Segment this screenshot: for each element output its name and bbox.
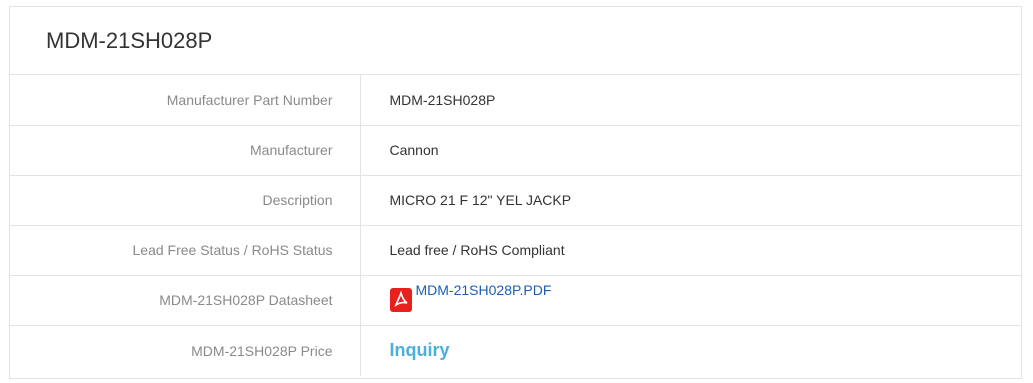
row-label: MDM-21SH028P Datasheet <box>10 275 361 326</box>
row-value: Cannon <box>360 125 1021 176</box>
spec-table: Manufacturer Part Number MDM-21SH028P Ma… <box>10 75 1021 376</box>
table-row: MDM-21SH028P Datasheet MDM-21SH028P.PDF <box>10 275 1021 326</box>
row-value: MICRO 21 F 12" YEL JACKP <box>360 175 1021 226</box>
row-value: Lead free / RoHS Compliant <box>360 225 1021 276</box>
page-title: MDM-21SH028P <box>10 7 1021 75</box>
table-row: Manufacturer Cannon <box>10 125 1021 176</box>
row-value: MDM-21SH028P.PDF <box>360 275 1021 326</box>
table-row: Manufacturer Part Number MDM-21SH028P <box>10 75 1021 126</box>
row-label: MDM-21SH028P Price <box>10 325 361 376</box>
table-row: Description MICRO 21 F 12" YEL JACKP <box>10 175 1021 226</box>
row-value: MDM-21SH028P <box>360 75 1021 126</box>
product-spec-panel: MDM-21SH028P Manufacturer Part Number MD… <box>9 6 1022 379</box>
table-row: Lead Free Status / RoHS Status Lead free… <box>10 225 1021 276</box>
row-label: Description <box>10 175 361 226</box>
pdf-icon <box>389 287 412 312</box>
row-label: Lead Free Status / RoHS Status <box>10 225 361 276</box>
table-row: MDM-21SH028P Price Inquiry <box>10 325 1021 376</box>
datasheet-link-text: MDM-21SH028P.PDF <box>415 281 552 298</box>
inquiry-link[interactable]: Inquiry <box>390 340 450 360</box>
row-label: Manufacturer Part Number <box>10 75 361 126</box>
row-value: Inquiry <box>360 325 1021 376</box>
row-label: Manufacturer <box>10 125 361 176</box>
datasheet-link[interactable]: MDM-21SH028P.PDF <box>389 282 551 312</box>
